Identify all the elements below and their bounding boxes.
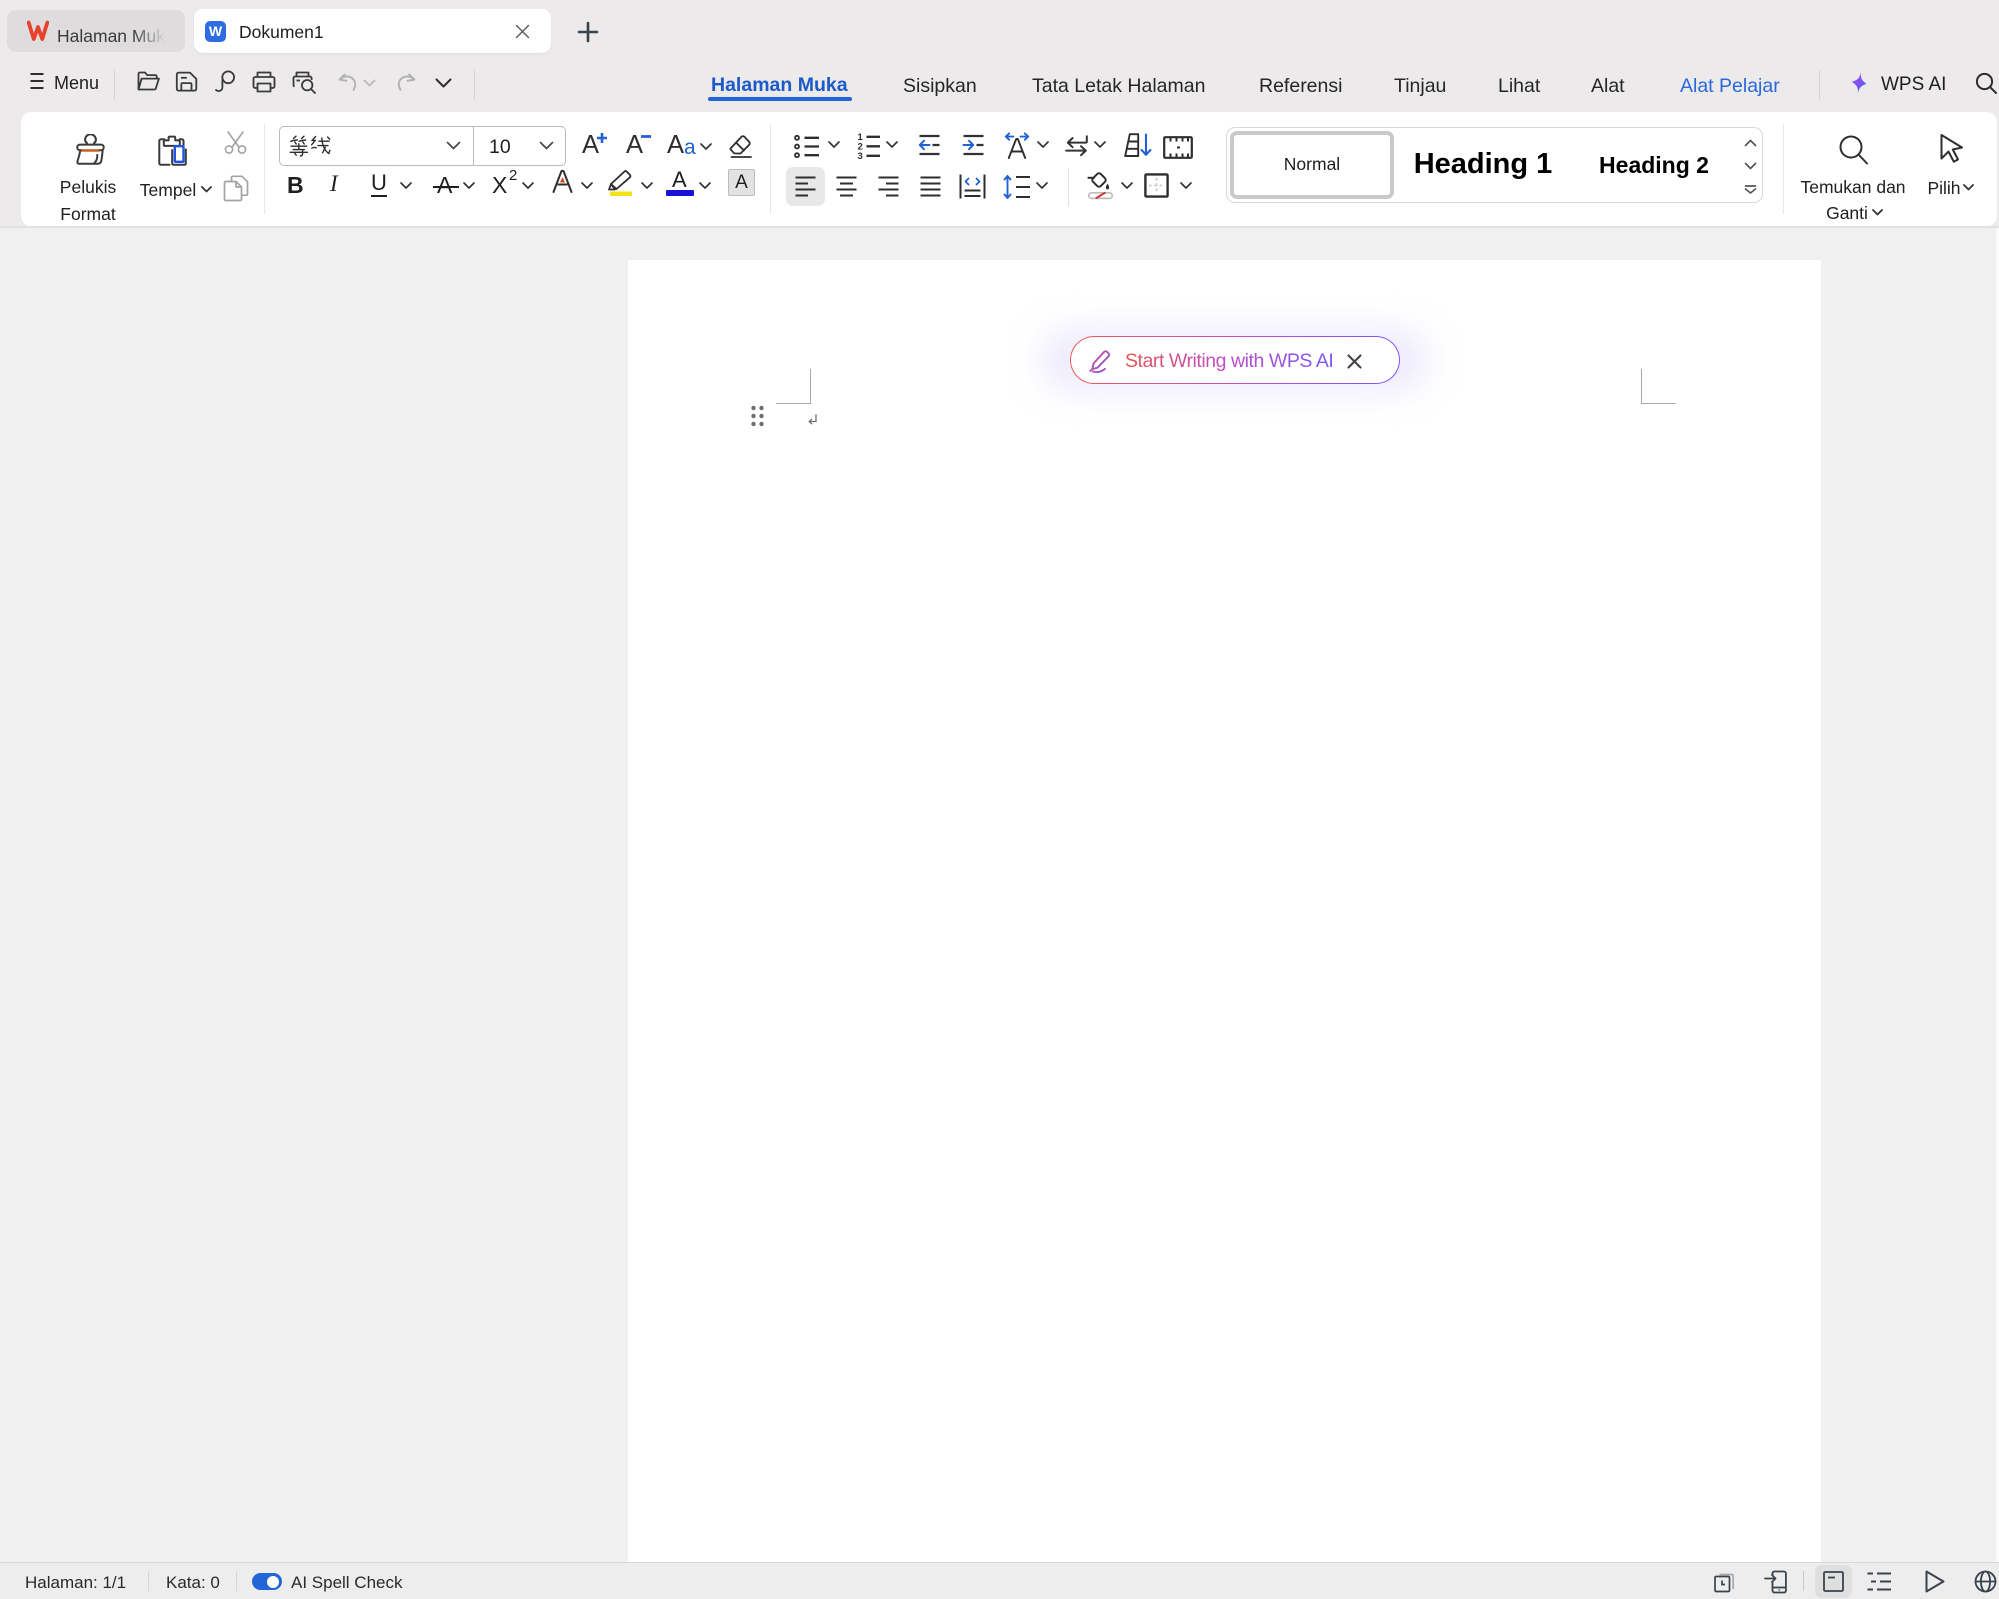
svg-text:3: 3 xyxy=(858,151,863,160)
